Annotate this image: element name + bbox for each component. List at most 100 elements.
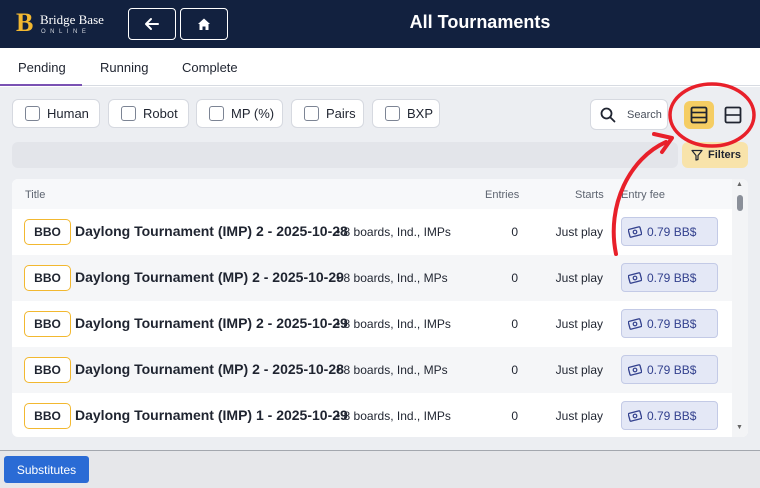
starts-value: Just play: [555, 363, 603, 377]
tab-complete[interactable]: Complete: [182, 60, 238, 75]
entry-fee-button[interactable]: 0.79 BB$: [621, 309, 718, 338]
tab-bar: Pending Running Complete: [0, 48, 760, 86]
filter-chip-pairs[interactable]: Pairs: [291, 99, 364, 128]
checkbox[interactable]: [385, 106, 400, 121]
filter-chip-bxp[interactable]: BXP: [372, 99, 440, 128]
home-icon: [198, 18, 210, 30]
bbo-badge: BBO: [24, 265, 71, 291]
filter-chip-label: Human: [47, 106, 89, 121]
entry-fee-button[interactable]: 0.79 BB$: [621, 217, 718, 246]
bbo-badge: BBO: [24, 219, 71, 245]
tournament-title: Daylong Tournament (IMP) 2 - 2025-10-28: [75, 223, 348, 239]
page-title: All Tournaments: [409, 12, 551, 32]
scrollbar-thumb[interactable]: [737, 195, 743, 211]
home-button[interactable]: [180, 8, 228, 40]
tournament-list: Title Entries Starts Entry fee BBO Daylo…: [12, 179, 748, 437]
filter-chip-label: Pairs: [326, 106, 356, 121]
entries-count: 0: [511, 363, 518, 377]
scroll-up-icon[interactable]: ▲: [736, 181, 743, 188]
checkbox[interactable]: [121, 106, 136, 121]
bbo-badge: BBO: [24, 311, 71, 337]
bbo-logo: B Bridge Base ONLINE: [16, 8, 116, 40]
column-header-title[interactable]: Title: [25, 189, 45, 201]
scroll-down-icon[interactable]: ▼: [736, 424, 743, 431]
filter-chip-robot[interactable]: Robot: [108, 99, 189, 128]
column-header-fee[interactable]: Entry fee: [621, 189, 665, 201]
substitutes-button[interactable]: Substitutes: [4, 456, 89, 483]
fee-amount: 0.79 BB$: [647, 316, 697, 331]
table-row[interactable]: BBO Daylong Tournament (MP) 2 - 2025-10-…: [12, 255, 732, 301]
filter-chip-label: Robot: [143, 106, 178, 121]
starts-value: Just play: [555, 225, 603, 239]
app-header: B Bridge Base ONLINE All Tournaments: [0, 0, 760, 48]
entries-count: 0: [511, 225, 518, 239]
checkbox[interactable]: [25, 106, 40, 121]
tournament-title: Daylong Tournament (IMP) 2 - 2025-10-29: [75, 315, 348, 331]
bottom-bar: Substitutes: [0, 450, 760, 488]
search-label: Search: [627, 109, 662, 121]
filter-icon: [691, 149, 703, 161]
list-view-button[interactable]: [684, 101, 714, 129]
tournament-title: Daylong Tournament (MP) 2 - 2025-10-28: [75, 361, 344, 377]
filter-chip-label: MP (%): [231, 106, 275, 121]
money-icon: [628, 317, 642, 330]
money-icon: [628, 363, 642, 376]
column-header-starts[interactable]: Starts: [575, 189, 604, 201]
checkbox[interactable]: [209, 106, 224, 121]
logo-title: Bridge Base: [40, 12, 104, 27]
money-icon: [628, 409, 642, 422]
logo-subtitle: ONLINE: [41, 29, 91, 35]
fee-amount: 0.79 BB$: [647, 362, 697, 377]
entries-count: 0: [511, 317, 518, 331]
table-header: Title Entries Starts Entry fee: [12, 179, 732, 209]
entry-fee-button[interactable]: 0.79 BB$: [621, 401, 718, 430]
checkbox[interactable]: [304, 106, 319, 121]
back-button[interactable]: [128, 8, 176, 40]
entries-count: 0: [511, 409, 518, 423]
entry-fee-button[interactable]: 0.79 BB$: [621, 263, 718, 292]
bbo-badge: BBO: [24, 357, 71, 383]
fee-amount: 0.79 BB$: [647, 408, 697, 423]
search-box[interactable]: Search: [590, 99, 668, 130]
tournament-meta: • 8 boards, Ind., MPs: [336, 363, 448, 377]
filter-chip-mp[interactable]: MP (%): [196, 99, 283, 128]
app-root: B Bridge Base ONLINE All Tournaments Pen…: [0, 0, 760, 488]
entry-fee-button[interactable]: 0.79 BB$: [621, 355, 718, 384]
logo-mark: B: [16, 8, 34, 37]
starts-value: Just play: [555, 317, 603, 331]
search-icon: [600, 107, 616, 123]
list-view-icon: [690, 106, 708, 124]
card-view-button[interactable]: [718, 101, 748, 129]
tournament-meta: • 8 boards, Ind., IMPs: [336, 317, 451, 331]
tournament-title: Daylong Tournament (MP) 2 - 2025-10-29: [75, 269, 344, 285]
starts-value: Just play: [555, 409, 603, 423]
starts-value: Just play: [555, 271, 603, 285]
table-row[interactable]: BBO Daylong Tournament (MP) 2 - 2025-10-…: [12, 347, 732, 393]
tournament-meta: • 8 boards, Ind., MPs: [336, 271, 448, 285]
card-view-icon: [724, 106, 742, 124]
tab-running[interactable]: Running: [100, 60, 148, 75]
tournament-meta: • 8 boards, Ind., IMPs: [336, 409, 451, 423]
active-tab-indicator: [0, 84, 82, 86]
table-row[interactable]: BBO Daylong Tournament (IMP) 2 - 2025-10…: [12, 209, 732, 255]
fee-amount: 0.79 BB$: [647, 270, 697, 285]
tournament-title: Daylong Tournament (IMP) 1 - 2025-10-29: [75, 407, 348, 423]
column-header-entries[interactable]: Entries: [485, 189, 519, 201]
back-arrow-icon: [145, 18, 159, 30]
filters-button[interactable]: Filters: [682, 142, 748, 168]
table-row[interactable]: BBO Daylong Tournament (IMP) 1 - 2025-10…: [12, 393, 732, 437]
bbo-badge: BBO: [24, 403, 71, 429]
filter-chip-human[interactable]: Human: [12, 99, 100, 128]
tournament-panel: Human Robot MP (%) Pairs BXP Search Filt…: [0, 87, 760, 450]
money-icon: [628, 225, 642, 238]
active-filters-bar: [12, 142, 678, 168]
vertical-scrollbar[interactable]: ▲ ▼: [732, 179, 748, 437]
entries-count: 0: [511, 271, 518, 285]
table-row[interactable]: BBO Daylong Tournament (IMP) 2 - 2025-10…: [12, 301, 732, 347]
tournament-meta: • 8 boards, Ind., IMPs: [336, 225, 451, 239]
fee-amount: 0.79 BB$: [647, 224, 697, 239]
money-icon: [628, 271, 642, 284]
filters-label: Filters: [708, 149, 742, 161]
filter-chip-label: BXP: [407, 106, 434, 121]
tab-pending[interactable]: Pending: [18, 60, 66, 75]
